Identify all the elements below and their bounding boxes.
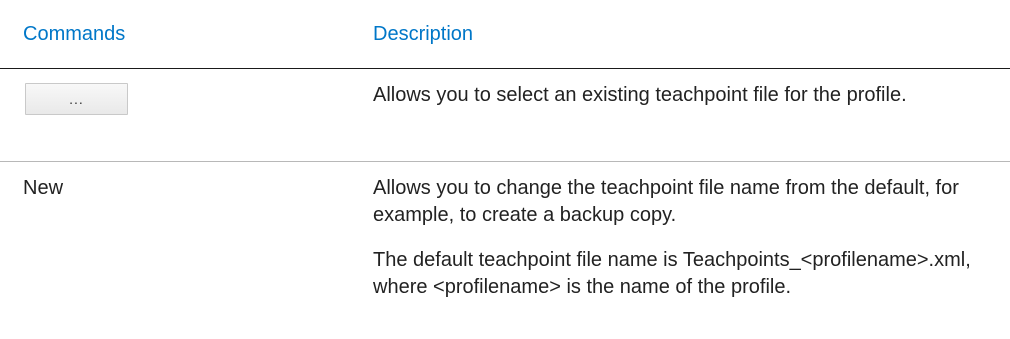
description-text: Allows you to change the teachpoint file… — [373, 177, 959, 226]
header-commands: Commands — [23, 23, 126, 45]
table-row: New Allows you to change the teachpoint … — [0, 162, 1010, 339]
row-description: Allows you to change the teachpoint file… — [373, 175, 973, 229]
description-note-text: The default teachpoint file name is Teac… — [373, 249, 971, 298]
description-text: Allows you to select an existing teachpo… — [373, 84, 907, 106]
row-command: New — [23, 177, 64, 199]
commands-table: Commands Description ... Allows you to s… — [0, 0, 1010, 339]
table-header-row: Commands Description — [0, 0, 1010, 69]
browse-button[interactable]: ... — [25, 83, 128, 115]
table-row: ... Allows you to select an existing tea… — [0, 69, 1010, 162]
header-description: Description — [373, 23, 474, 45]
row-description-note: The default teachpoint file name is Teac… — [373, 247, 973, 301]
row-description: Allows you to select an existing teachpo… — [373, 82, 973, 109]
